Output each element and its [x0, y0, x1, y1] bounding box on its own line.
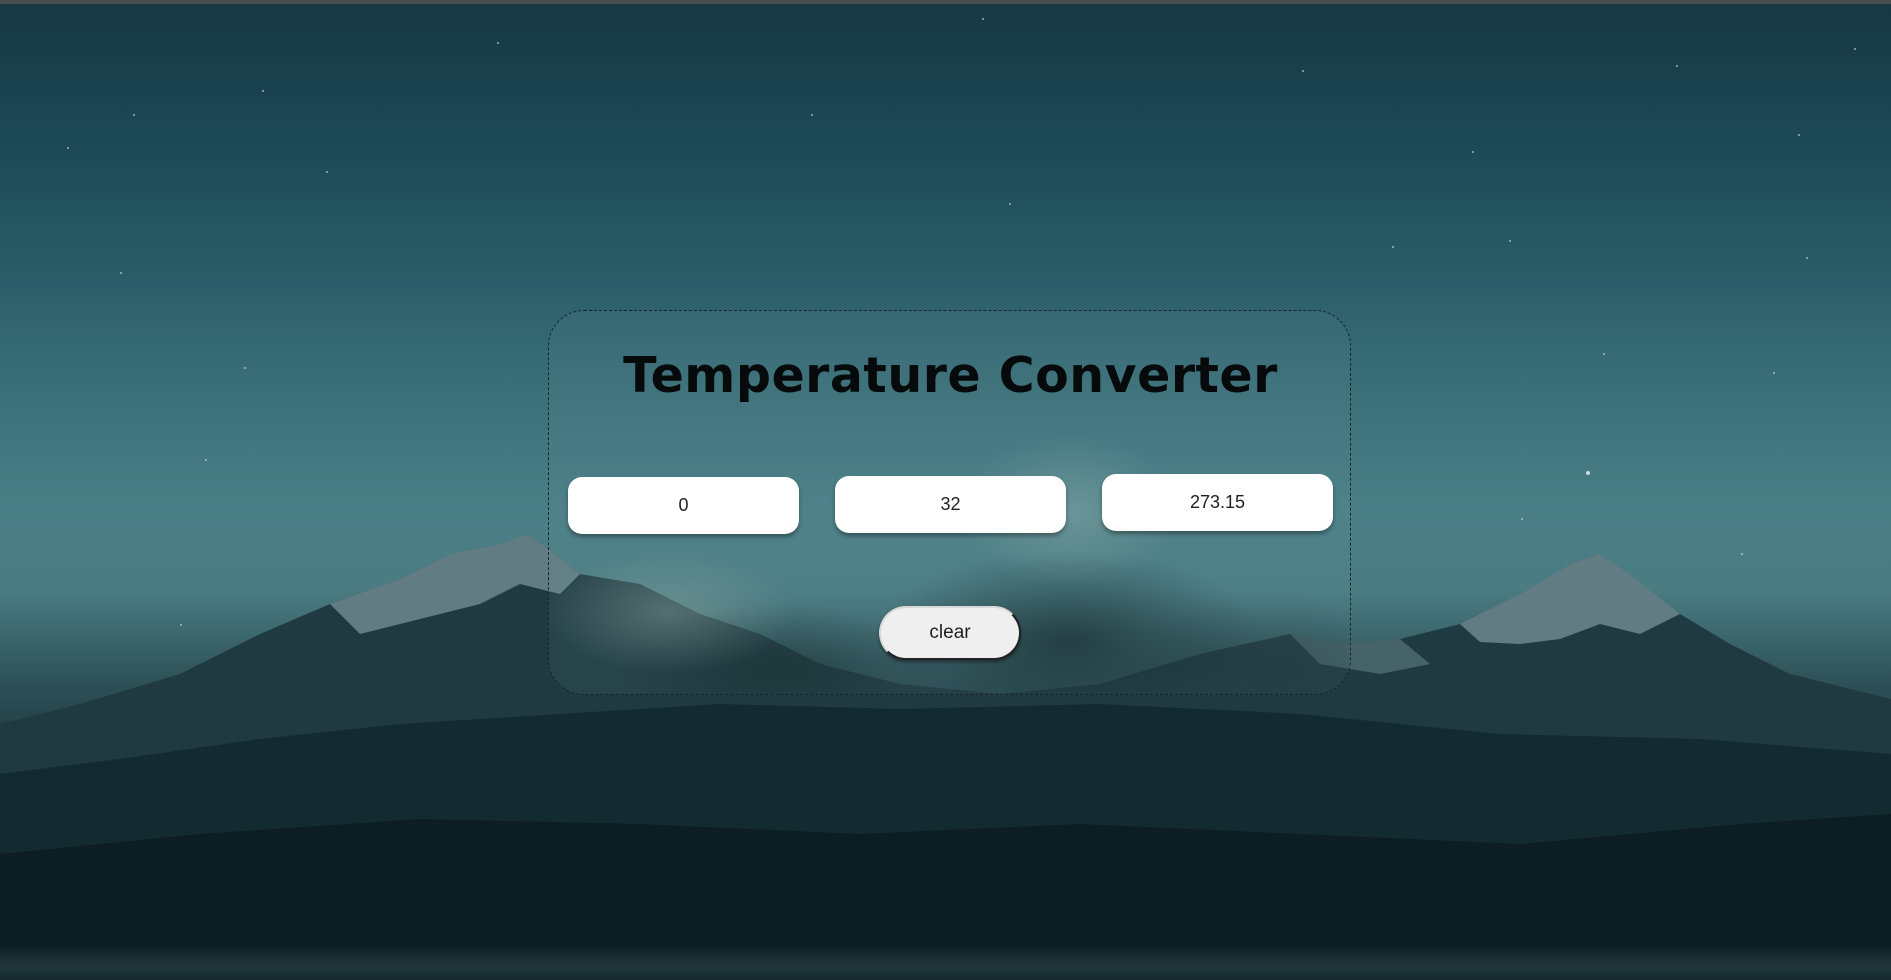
page-title: Temperature Converter	[623, 347, 1278, 404]
kelvin-input[interactable]	[1102, 474, 1333, 531]
clear-button[interactable]: clear	[879, 606, 1021, 660]
converter-card: Temperature Converter clear	[548, 310, 1351, 695]
valley-fog	[0, 944, 1891, 980]
celsius-input[interactable]	[568, 477, 799, 534]
fahrenheit-input[interactable]	[835, 476, 1066, 533]
